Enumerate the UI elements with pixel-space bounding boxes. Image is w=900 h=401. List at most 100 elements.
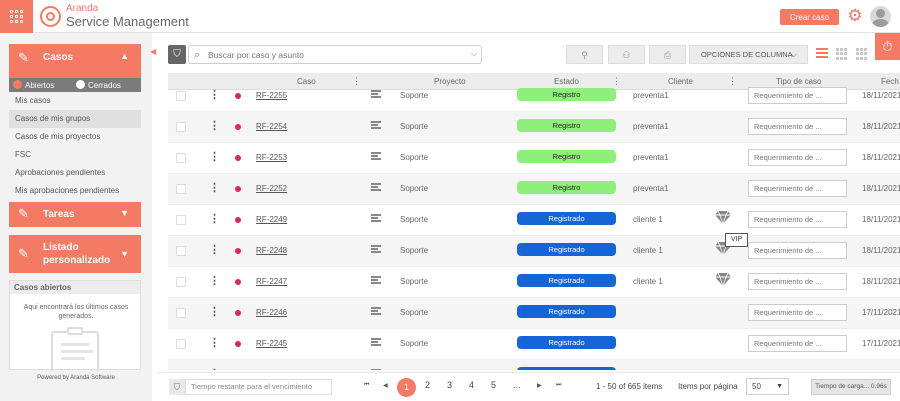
sidebar-section-listado[interactable]: ✎ Listado personalizado ▼ xyxy=(9,235,141,273)
details-icon[interactable] xyxy=(371,369,381,370)
case-id-link[interactable]: RF-2248 xyxy=(256,246,287,255)
details-icon[interactable] xyxy=(371,152,381,162)
kanban-view-icon[interactable] xyxy=(856,48,868,60)
row-checkbox[interactable] xyxy=(176,246,186,256)
table-row[interactable]: ⋮ RF-2246 Soporte Registrado Requerimiento d… xyxy=(168,298,900,329)
case-type-field[interactable]: Requerimiento de ... xyxy=(748,304,847,321)
case-id-link[interactable]: RF-2247 xyxy=(256,277,287,286)
case-id-link[interactable]: RF-2249 xyxy=(256,215,287,224)
chevron-up-icon[interactable]: ▲ xyxy=(120,51,129,61)
case-type-field[interactable]: Requerimiento de ... xyxy=(748,87,847,104)
last-page-icon[interactable]: ⏭ xyxy=(556,382,561,389)
table-row[interactable]: ⋮ RF-2245 Soporte Registrado Requerimiento d… xyxy=(168,329,900,360)
row-menu-icon[interactable]: ⋮ xyxy=(209,212,220,225)
filter-icon[interactable]: ⛉ xyxy=(169,379,185,395)
collapse-sidebar-icon[interactable]: ◀ xyxy=(150,47,158,56)
sidebar-item-mis-casos[interactable]: Mis casos xyxy=(9,92,141,110)
case-type-field[interactable]: Requerimiento de ... xyxy=(748,180,847,197)
search-box[interactable]: ⌕ ⌵ xyxy=(188,45,482,64)
grid-view-icon[interactable] xyxy=(836,48,848,60)
table-row[interactable]: ⋮ RF-2254 Soporte Registro preventa1 Requerim… xyxy=(168,112,900,143)
row-checkbox[interactable] xyxy=(176,153,186,163)
sidebar-section-casos[interactable]: ✎ Casos ▲ xyxy=(9,44,141,78)
details-icon[interactable] xyxy=(371,276,381,286)
chevron-down-icon[interactable]: ⌵ xyxy=(471,49,477,59)
case-id-link[interactable]: RF-2254 xyxy=(256,122,287,131)
table-row[interactable]: ⋮ RF-2255 Soporte Registro preventa1 Requerim… xyxy=(168,81,900,112)
case-type-field[interactable]: Requerimiento de ... xyxy=(748,242,847,259)
filter-icon[interactable]: ⛉ xyxy=(168,45,186,64)
case-id-link[interactable]: RF-2252 xyxy=(256,184,287,193)
row-checkbox[interactable] xyxy=(176,91,186,101)
table-row[interactable]: ⋮ RF-2247 Soporte Registrado cliente 1 Requer… xyxy=(168,267,900,298)
row-menu-icon[interactable]: ⋮ xyxy=(209,367,220,370)
create-case-button[interactable]: Crear caso xyxy=(780,9,839,25)
sidebar-item-fsc[interactable]: FSC xyxy=(9,146,141,164)
details-icon[interactable] xyxy=(371,90,381,100)
row-menu-icon[interactable]: ⋮ xyxy=(209,336,220,349)
radio-open[interactable] xyxy=(13,80,22,89)
list-view-icon[interactable] xyxy=(816,48,828,60)
row-checkbox[interactable] xyxy=(176,277,186,287)
page-5-button[interactable]: 5 xyxy=(491,380,496,390)
details-icon[interactable] xyxy=(371,121,381,131)
details-icon[interactable] xyxy=(371,307,381,317)
case-id-link[interactable]: RF-2255 xyxy=(256,91,287,100)
case-id-link[interactable]: RF-2246 xyxy=(256,308,287,317)
radio-open-label[interactable]: Abiertos xyxy=(25,81,54,90)
gear-icon[interactable]: ⚙ xyxy=(846,7,864,25)
due-time-filter-input[interactable]: Tiempo restante para el vencimiento xyxy=(185,379,332,395)
row-menu-icon[interactable]: ⋮ xyxy=(209,150,220,163)
details-icon[interactable] xyxy=(371,245,381,255)
app-launcher-button[interactable] xyxy=(0,0,33,33)
users-button[interactable]: ⚇ xyxy=(608,45,645,64)
search-input[interactable] xyxy=(208,48,458,62)
radio-closed-label[interactable]: Cerrados xyxy=(88,81,121,90)
case-type-field[interactable]: Requerimiento de ... xyxy=(748,118,847,135)
page-1-button[interactable]: 1 xyxy=(397,378,416,397)
page-3-button[interactable]: 3 xyxy=(447,380,452,390)
row-checkbox[interactable] xyxy=(176,308,186,318)
table-row[interactable]: ⋮ RF-2249 Soporte Registrado cliente 1 Requer… xyxy=(168,205,900,236)
case-id-link[interactable]: RF-2253 xyxy=(256,153,287,162)
chevron-down-icon[interactable]: ▼ xyxy=(120,249,129,259)
row-menu-icon[interactable]: ⋮ xyxy=(209,305,220,318)
table-row[interactable]: ⋮ RF-2248 Soporte Registrado cliente 1 Requer… xyxy=(168,236,900,267)
sidebar-item-casos-de-mis-grupos[interactable]: Casos de mis grupos xyxy=(9,110,141,128)
avatar[interactable] xyxy=(870,6,891,27)
row-checkbox[interactable] xyxy=(176,339,186,349)
next-page-icon[interactable]: ▶ xyxy=(537,382,542,389)
items-per-page-select[interactable]: 50 ▼ xyxy=(746,378,789,395)
table-row[interactable]: ⋮ RF-2253 Soporte Registro preventa1 Requerim… xyxy=(168,143,900,174)
stopwatch-icon[interactable]: ⏱ xyxy=(875,33,900,60)
case-type-field[interactable]: Requerimiento de ... xyxy=(748,211,847,228)
sidebar-item-mis-aprobaciones-pendientes[interactable]: Mis aprobaciones pendientes xyxy=(9,182,141,200)
row-menu-icon[interactable]: ⋮ xyxy=(209,119,220,132)
more-pages[interactable]: ... xyxy=(513,380,521,390)
case-type-field[interactable]: Requerimiento de ... xyxy=(748,149,847,166)
details-icon[interactable] xyxy=(371,338,381,348)
row-menu-icon[interactable]: ⋮ xyxy=(209,181,220,194)
page-4-button[interactable]: 4 xyxy=(469,380,474,390)
table-row[interactable]: ⋮ RF-2252 Soporte Registro preventa1 Requerim… xyxy=(168,174,900,205)
row-checkbox[interactable] xyxy=(176,215,186,225)
table-row[interactable]: ⋮ Registrado xyxy=(168,360,900,370)
clear-filter-button[interactable]: ⚲ xyxy=(566,45,603,64)
prev-page-icon[interactable]: ◀ xyxy=(383,382,388,389)
row-checkbox[interactable] xyxy=(176,184,186,194)
sidebar-section-tareas[interactable]: ✎ Tareas ▼ xyxy=(9,202,141,227)
case-type-field[interactable]: Requerimiento de ... xyxy=(748,335,847,352)
row-menu-icon[interactable]: ⋮ xyxy=(209,243,220,256)
details-icon[interactable] xyxy=(371,214,381,224)
first-page-icon[interactable]: ⏮ xyxy=(364,382,369,389)
case-type-field[interactable]: Requerimiento de ... xyxy=(748,273,847,290)
chevron-down-icon[interactable]: ▼ xyxy=(120,208,129,218)
details-icon[interactable] xyxy=(371,183,381,193)
row-checkbox[interactable] xyxy=(176,122,186,132)
column-options-button[interactable]: OPCIONES DE COLUMNA ⌵ xyxy=(689,45,808,64)
radio-closed[interactable] xyxy=(76,80,85,89)
sidebar-item-casos-de-mis-proyectos[interactable]: Casos de mis proyectos xyxy=(9,128,141,146)
page-2-button[interactable]: 2 xyxy=(425,380,430,390)
row-menu-icon[interactable]: ⋮ xyxy=(209,274,220,287)
case-id-link[interactable]: RF-2245 xyxy=(256,339,287,348)
